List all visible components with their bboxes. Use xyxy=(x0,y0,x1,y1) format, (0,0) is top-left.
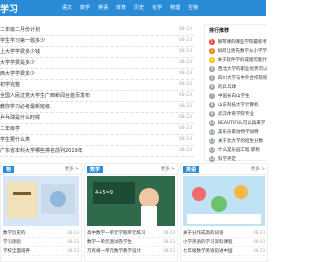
section-header: 英语 更多 > xyxy=(181,164,267,175)
more-link[interactable]: 更多 > xyxy=(251,166,265,172)
rank-item[interactable]: 5 四川大学与中外合作院校 xyxy=(209,73,267,82)
rank-item[interactable]: 2 如何让原先数学从小学学好 xyxy=(209,46,267,55)
section-title[interactable]: 英语 xyxy=(183,166,200,173)
section-card: 英语 更多 > 关于分作成高的词语 08-23 小学英语的学习资料课程 08-23 … xyxy=(180,163,268,262)
rank-item[interactable]: 13 什么是乐园工程 职称 xyxy=(209,145,267,154)
more-link[interactable]: 更多 > xyxy=(161,166,175,172)
rank-item[interactable]: 6 的乒乓球 xyxy=(209,82,267,91)
section-card: 数学 更多 > 4+5=9 高中数学一单元学期单元练习 08-23 数学一单元测试… xyxy=(84,163,178,262)
rank-item[interactable]: 12 关于北大学的招生分数 xyxy=(209,136,267,145)
rank-badge: 12 xyxy=(209,137,215,144)
nav-item[interactable]: 生物 xyxy=(188,4,198,11)
hero-illustration xyxy=(3,176,79,226)
nav-item[interactable]: 英语 xyxy=(98,4,108,11)
rank-badge: 7 xyxy=(209,92,215,99)
section-hero-image[interactable] xyxy=(183,176,265,226)
rank-item[interactable]: 4 西北大学的职业优势可以 xyxy=(209,64,267,73)
section-title[interactable]: 数学 xyxy=(87,166,104,173)
list-item[interactable]: 万有规一单元数学教学设计 08-23 xyxy=(87,246,175,256)
ranking-panel: 排行推荐 1 钢琴课的哪些学院最新考试 2 如何让原先数学从小学学好 3 关于软件学的… xyxy=(204,24,267,163)
section-header: 数学 更多 > xyxy=(85,164,177,175)
rank-badge: 3 xyxy=(209,56,215,63)
rank-badge: 10 xyxy=(209,119,215,126)
rank-badge: 11 xyxy=(209,128,215,135)
section-hero-image[interactable] xyxy=(3,176,79,226)
nav-item[interactable]: 体育 xyxy=(116,4,126,11)
list-item[interactable]: 七年级数学英语前进中国 08-23 xyxy=(183,246,265,256)
rank-item[interactable]: 10 BEAUTIFUL可以再来学 xyxy=(209,118,267,127)
rank-badge: 14 xyxy=(209,155,215,162)
section-header: 物 更多 > xyxy=(1,164,81,175)
top-navbar: 学习 语文 数学 英语 体育 历史 化学 物理 生物 xyxy=(0,0,266,16)
nav-item[interactable]: 语文 xyxy=(62,4,72,11)
rank-badge: 8 xyxy=(209,101,215,108)
rank-item[interactable]: 11 美乐乐家坊特学加特 xyxy=(209,127,267,136)
rank-badge: 6 xyxy=(209,83,215,90)
nav-item[interactable]: 历史 xyxy=(134,4,144,11)
rank-item[interactable]: 8 山东科技大学计算机 xyxy=(209,100,267,109)
nav-item[interactable]: 物理 xyxy=(170,4,180,11)
rank-badge: 2 xyxy=(209,47,215,54)
rank-item[interactable]: 3 关于软件学的成绩可能什么 xyxy=(209,55,267,64)
rank-item[interactable]: 1 钢琴课的哪些学院最新考试 xyxy=(209,37,267,46)
list-item[interactable]: 学校全面培养 08-23 xyxy=(3,246,79,256)
hero-illustration: 4+5=9 xyxy=(87,176,175,226)
hero-illustration xyxy=(183,176,265,226)
rank-badge: 9 xyxy=(209,110,215,117)
svg-text:4+5=9: 4+5=9 xyxy=(95,190,113,196)
rank-item[interactable]: 9 武汉体育学院专业 xyxy=(209,109,267,118)
list-item[interactable]: 广东省本科大学哪些排名前列2019年 08-23 xyxy=(0,145,194,157)
site-brand[interactable]: 学习 xyxy=(0,2,18,15)
section-title[interactable]: 物 xyxy=(3,166,15,173)
news-list: 二年级二月份计划 08-23 学生学习第一题多少 08-23 上大学学费多少钱 08-… xyxy=(0,24,194,159)
ranking-title: 排行推荐 xyxy=(209,28,230,34)
section-card: 物 更多 > 数学历史的 08-23 学习测验 08-23 学校全面培养 08-23 xyxy=(0,163,82,262)
rank-badge: 13 xyxy=(209,146,215,153)
rank-badge: 5 xyxy=(209,74,215,81)
rank-item[interactable]: 14 科学评定 xyxy=(209,154,267,163)
nav-item[interactable]: 化学 xyxy=(152,4,162,11)
rank-item[interactable]: 7 中国长白山学生 xyxy=(209,91,267,100)
nav-item[interactable]: 数学 xyxy=(80,4,90,11)
rank-badge: 1 xyxy=(209,38,215,45)
rank-badge: 4 xyxy=(209,65,215,72)
main-nav: 语文 数学 英语 体育 历史 化学 物理 生物 xyxy=(62,4,198,11)
section-hero-image[interactable]: 4+5=9 xyxy=(87,176,175,226)
more-link[interactable]: 更多 > xyxy=(65,166,79,172)
